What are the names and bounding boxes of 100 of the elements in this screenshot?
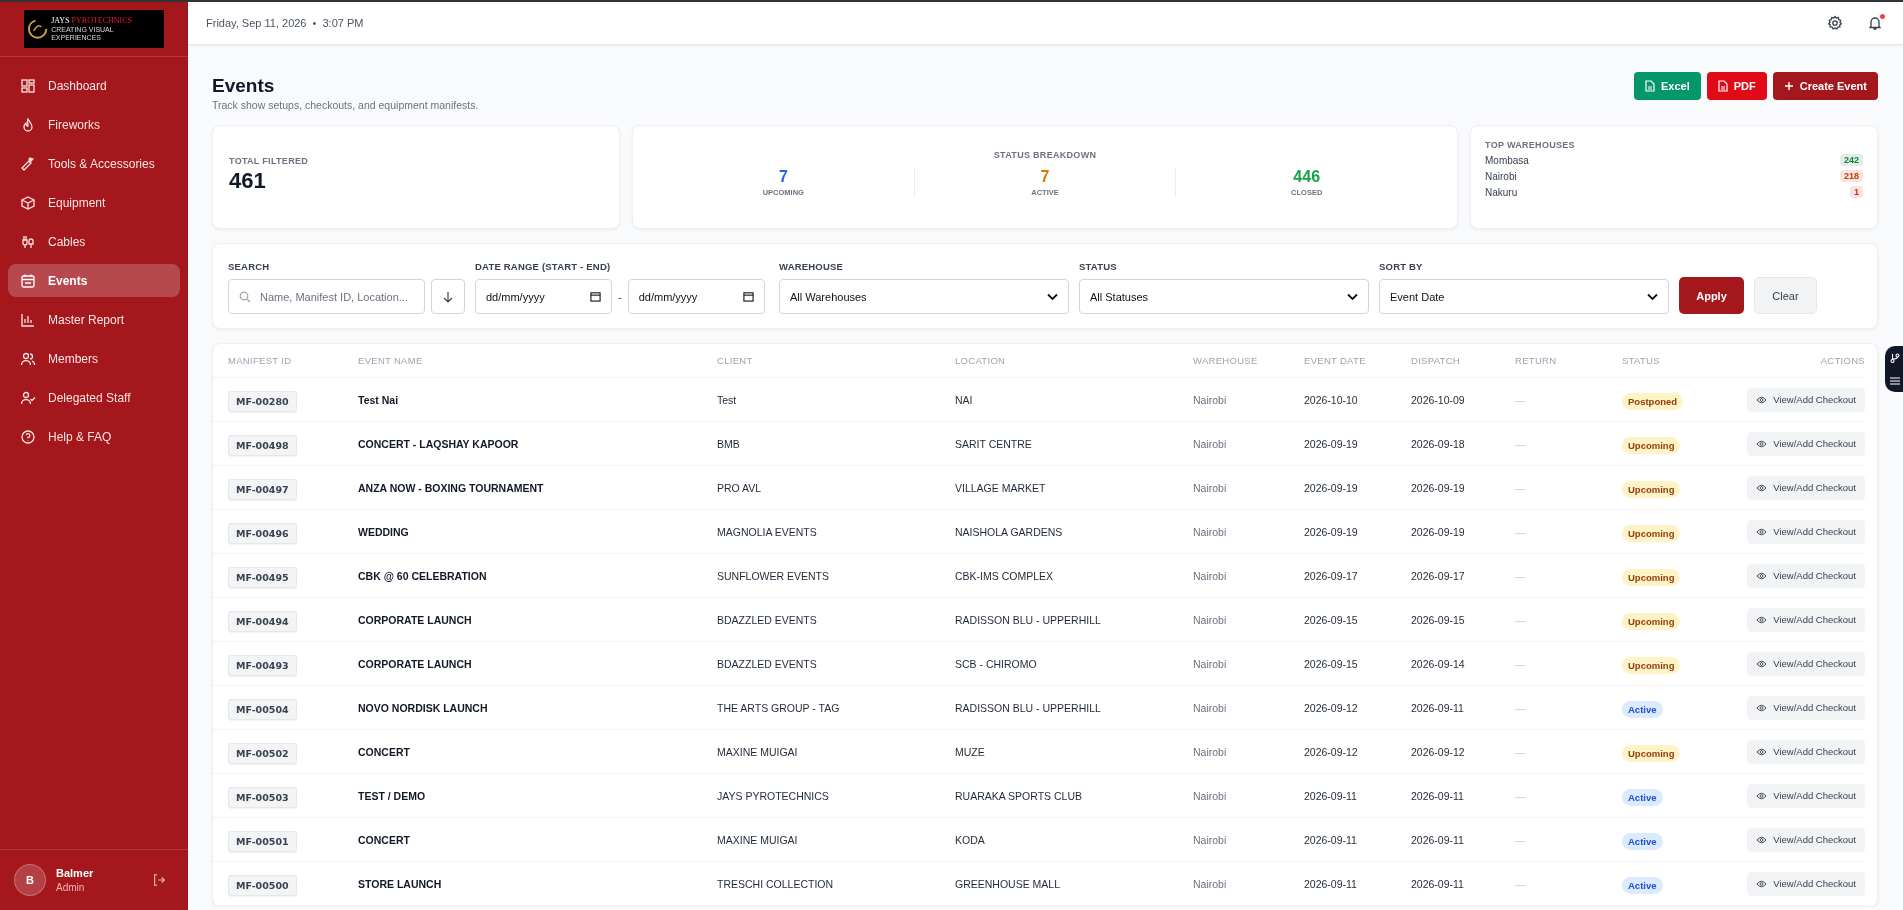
table-cell-text: RUARAKA SPORTS CLUB: [955, 789, 1083, 802]
floating-toolbar[interactable]: [1885, 346, 1903, 392]
list-icon: [1890, 375, 1900, 386]
status-label: Upcoming: [1622, 436, 1681, 454]
user-role: Admin: [56, 880, 86, 895]
status-label: Upcoming: [1622, 612, 1681, 630]
eye-icon: [1756, 439, 1768, 448]
clear-button[interactable]: Clear: [1754, 277, 1817, 314]
view-checkout-button[interactable]: View/Add Checkout: [1747, 387, 1865, 412]
table-cell-text: TRESCHI COLLECTION: [717, 877, 835, 890]
manifest-id-tag: MF-00501: [228, 830, 297, 852]
excel-export-button[interactable]: Excel: [1634, 72, 1701, 100]
sidebar-item[interactable]: Dashboard: [8, 69, 180, 102]
plus-icon: [1783, 81, 1794, 91]
view-checkout-button[interactable]: View/Add Checkout: [1747, 431, 1865, 456]
warehouse-name: Mombasa: [1485, 154, 1529, 166]
end-date-field[interactable]: dd/mm/yyyy: [627, 279, 765, 314]
view-checkout-button[interactable]: View/Add Checkout: [1747, 519, 1865, 544]
column-header: STATUS: [1622, 355, 1661, 366]
table-cell-text: Nairobi: [1193, 481, 1228, 494]
sidebar-item[interactable]: Help & FAQ: [8, 420, 180, 453]
sidebar-item[interactable]: Events: [8, 264, 180, 297]
sidebar-item[interactable]: Members: [8, 342, 180, 375]
table-cell-text: 2026-09-19: [1304, 525, 1359, 538]
notification-bell-icon[interactable]: [1867, 15, 1883, 31]
table-cell-text: Nairobi: [1193, 393, 1228, 406]
view-checkout-button[interactable]: View/Add Checkout: [1747, 607, 1865, 632]
view-checkout-button[interactable]: View/Add Checkout: [1747, 651, 1865, 676]
column-header: WAREHOUSE: [1193, 355, 1259, 366]
view-checkout-button[interactable]: View/Add Checkout: [1747, 475, 1865, 500]
search-field[interactable]: Name, Manifest ID, Location...: [228, 279, 425, 314]
table-cell-text: 2026-09-15: [1411, 613, 1466, 626]
calendar-icon: [742, 291, 754, 302]
start-date-field[interactable]: dd/mm/yyyy: [475, 279, 612, 314]
box-icon: [20, 194, 36, 211]
status-count: 446: [1292, 168, 1322, 186]
manifest-id-tag: MF-00503: [228, 786, 297, 808]
table-cell-text: CONCERT: [358, 745, 411, 758]
table-cell-text: NAI: [955, 393, 974, 406]
sidebar-item[interactable]: Fireworks: [8, 108, 180, 141]
table-cell-text: 2026-09-19: [1411, 481, 1466, 494]
sidebar-item[interactable]: Cables: [8, 225, 180, 258]
card-title: STATUS BREAKDOWN: [992, 150, 1098, 160]
table-cell-text: —: [1515, 657, 1527, 670]
manifest-id-tag: MF-00500: [228, 874, 297, 896]
view-checkout-button[interactable]: View/Add Checkout: [1747, 871, 1865, 896]
bar-chart-icon: [20, 311, 36, 328]
table-cell-text: —: [1515, 569, 1527, 582]
flame-icon: [20, 116, 36, 133]
sidebar-item[interactable]: Tools & Accessories: [8, 147, 180, 180]
create-event-button[interactable]: Create Event: [1772, 72, 1878, 100]
status-label: Active: [1622, 700, 1663, 718]
status-label: Postponed: [1622, 392, 1684, 410]
eye-icon: [1756, 703, 1768, 712]
settings-icon[interactable]: [1827, 15, 1843, 31]
view-checkout-button[interactable]: View/Add Checkout: [1747, 695, 1865, 720]
range-separator: -: [618, 290, 622, 303]
status-select[interactable]: All Statuses: [1079, 279, 1369, 314]
table-cell-text: Nairobi: [1193, 657, 1228, 670]
plug-icon: [20, 233, 36, 250]
table-cell-text: NOVO NORDISK LAUNCH: [358, 701, 489, 714]
date-time: Friday, Sep 11, 2026 • 3:07 PM: [206, 17, 364, 29]
eye-icon: [1756, 879, 1768, 888]
status-label: Active: [1622, 788, 1663, 806]
table-cell-text: 2026-09-11: [1304, 877, 1358, 890]
sidebar-item[interactable]: Master Report: [8, 303, 180, 336]
view-checkout-button[interactable]: View/Add Checkout: [1747, 783, 1865, 808]
logout-icon[interactable]: [152, 873, 166, 887]
table-cell-text: 2026-09-19: [1411, 525, 1466, 538]
eye-icon: [1756, 747, 1768, 756]
table-cell-text: 2026-09-19: [1304, 437, 1359, 450]
table-cell-text: 2026-09-15: [1304, 657, 1359, 670]
table-cell-text: NAISHOLA GARDENS: [955, 525, 1064, 538]
manifest-id-tag: MF-00496: [228, 522, 297, 544]
pdf-export-button[interactable]: PDF: [1706, 72, 1767, 100]
field-label: SEARCH: [228, 261, 271, 272]
eye-icon: [1756, 835, 1768, 844]
table-cell-text: SARIT CENTRE: [955, 437, 1033, 450]
table-cell-text: CBK @ 60 CELEBRATION: [358, 569, 488, 582]
table-cell-text: 2026-09-12: [1304, 745, 1359, 758]
manifest-id-tag: MF-00502: [228, 742, 297, 764]
warehouse-select[interactable]: All Warehouses: [779, 279, 1069, 314]
view-checkout-button[interactable]: View/Add Checkout: [1747, 827, 1865, 852]
table-cell-text: —: [1515, 437, 1527, 450]
sort-direction-button[interactable]: [431, 279, 465, 314]
table-cell-text: Nairobi: [1193, 877, 1228, 890]
table-cell-text: 2026-09-11: [1411, 877, 1465, 890]
table-cell-text: 2026-09-12: [1304, 701, 1359, 714]
sidebar-item[interactable]: Equipment: [8, 186, 180, 219]
table-cell-text: 2026-09-19: [1304, 481, 1359, 494]
table-cell-text: 2026-09-11: [1304, 833, 1358, 846]
sidebar-item[interactable]: Delegated Staff: [8, 381, 180, 414]
table-cell-text: TEST / DEMO: [358, 789, 427, 802]
table-cell-text: THE ARTS GROUP - TAG: [717, 701, 841, 714]
view-checkout-button[interactable]: View/Add Checkout: [1747, 563, 1865, 588]
view-checkout-button[interactable]: View/Add Checkout: [1747, 739, 1865, 764]
table-cell-text: Test: [717, 393, 738, 406]
eye-icon: [1756, 791, 1768, 800]
apply-button[interactable]: Apply: [1679, 277, 1744, 314]
sort-select[interactable]: Event Date: [1379, 279, 1669, 314]
